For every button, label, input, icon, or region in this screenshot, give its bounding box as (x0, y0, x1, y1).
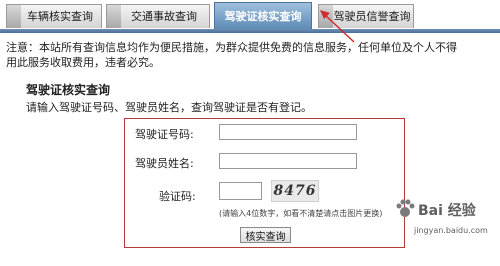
captcha-input[interactable] (219, 182, 262, 200)
tab-license-check[interactable]: 驾驶证核实查询 (214, 2, 312, 29)
tab-bullet-icon (107, 5, 121, 28)
verify-query-button[interactable]: 核实查询 (240, 227, 291, 243)
tab-label: 交通事故查询 (131, 10, 197, 23)
tab-label: 车辆核实查询 (27, 10, 93, 23)
tab-label: 驾驶证核实查询 (224, 10, 302, 23)
watermark-brand: Bai 经验 (418, 203, 476, 219)
captcha-hint: (请输入4位数字，如看不清楚请点击图片更换) (219, 209, 383, 218)
tab-accident-query[interactable]: 交通事故查询 (106, 4, 210, 28)
baidu-jingyan-watermark: Bai 经验 jingyan.baidu.com (394, 196, 498, 262)
tab-bullet-icon (7, 5, 21, 28)
paw-logo-icon (396, 199, 415, 217)
query-form: 驾驶证号码: 驾驶员姓名: 验证码: 8476 (请输入4位数字，如看不清楚请点… (124, 118, 405, 248)
license-number-input[interactable] (219, 124, 357, 140)
tab-bar: 车辆核实查询 交通事故查询 驾驶证核实查询 驾驶员信誉查询 (0, 0, 500, 33)
notice-text: 注意：本站所有查询信息均作为便民措施，为群众提供免费的信息服务，任何单位及个人不… (6, 40, 500, 70)
section-title: 驾驶证核实查询 (26, 83, 111, 97)
license-number-label: 驾驶证号码: (135, 128, 194, 141)
notice-line-2: 用此服务收取费用，违者必究。 (6, 56, 160, 69)
tab-vehicle-check[interactable]: 车辆核实查询 (6, 4, 102, 28)
instruction-text: 请输入驾驶证号码、驾驶员姓名，查询驾驶证是否有登记。 (26, 101, 312, 114)
captcha-image[interactable]: 8476 (271, 180, 319, 202)
tab-bar-underline (0, 29, 500, 33)
driver-name-input[interactable] (219, 153, 357, 169)
captcha-label: 验证码: (159, 190, 196, 203)
watermark-url: jingyan.baidu.com (414, 226, 488, 235)
notice-line-1: 注意：本站所有查询信息均作为便民措施，为群众提供免费的信息服务，任何单位及个人不… (6, 41, 457, 54)
driver-name-label: 驾驶员姓名: (135, 157, 194, 170)
